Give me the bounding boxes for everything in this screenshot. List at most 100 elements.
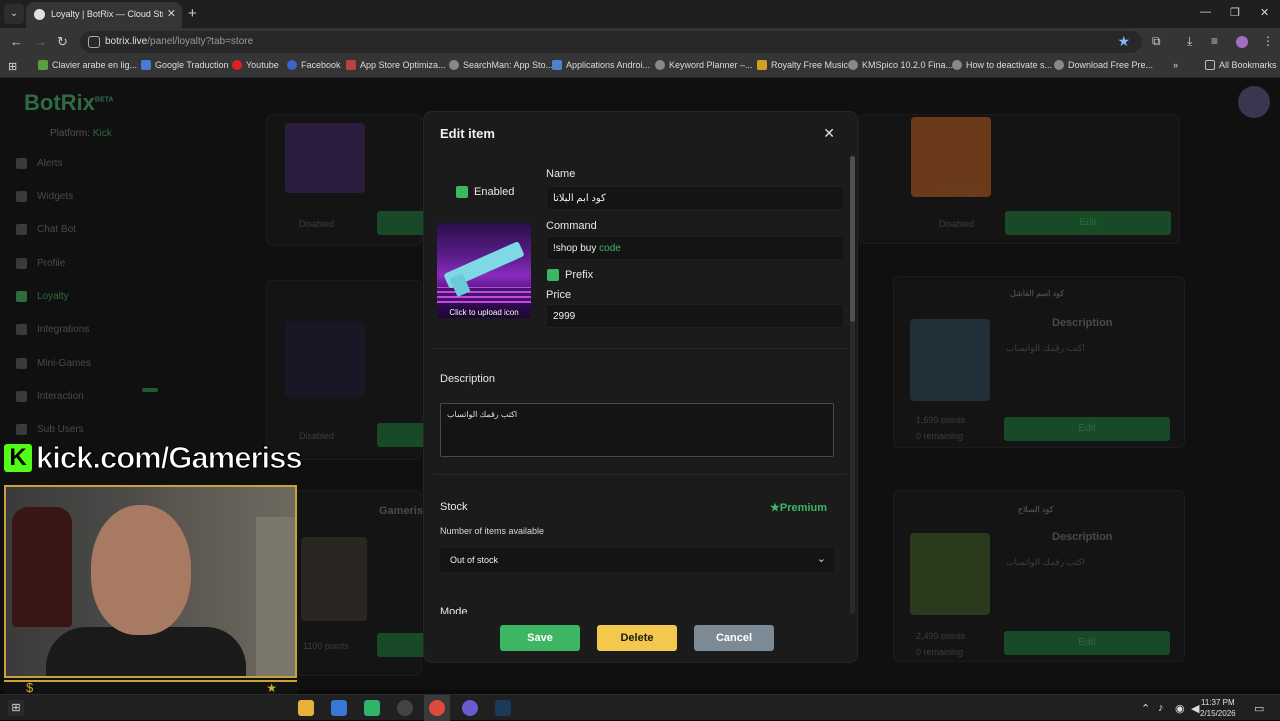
command-label: Command — [546, 220, 597, 232]
bookmark-item[interactable]: Google Traduction — [141, 60, 229, 70]
more-bookmarks-icon[interactable]: » — [1173, 60, 1178, 70]
edit-button[interactable]: Edit — [1004, 631, 1170, 655]
volume-icon[interactable]: ◀ — [1191, 702, 1199, 715]
kick-channel-banner: K kick.com/Gameriss — [4, 440, 303, 476]
botrix-logo[interactable]: BotRixBETA — [24, 90, 113, 116]
apps-grid-icon[interactable]: ⊞ — [8, 60, 17, 73]
network-icon[interactable]: ◉ — [1175, 702, 1185, 715]
bell-icon — [16, 158, 27, 169]
url-text: botrix.live/panel/loyalty?tab=store — [105, 36, 254, 47]
cancel-button[interactable]: Cancel — [694, 625, 774, 651]
mode-label: Mode — [440, 606, 468, 614]
chevron-down-icon: ⌄ — [816, 553, 826, 565]
maximize-button[interactable]: ❐ — [1230, 6, 1240, 19]
tray-chevron-icon[interactable]: ⌃ — [1141, 702, 1150, 715]
tab-search-button[interactable]: ⌄ — [4, 4, 24, 24]
forward-arrow-icon[interactable]: → — [34, 34, 47, 49]
start-icon[interactable]: ⊞ — [8, 700, 24, 716]
platform-indicator: Platform: Kick — [50, 128, 112, 139]
edit-button[interactable] — [377, 211, 425, 235]
bookmark-item[interactable]: Youtube — [232, 60, 279, 70]
sidebar-item-chat-bot[interactable]: Chat Bot — [16, 224, 76, 235]
notification-icon[interactable]: ▭ — [1254, 702, 1264, 715]
item-title: كود السلاح — [1018, 505, 1054, 514]
bookmark-item[interactable]: KMSpico 10.2.0 Fina... — [848, 60, 953, 70]
menu-dots-icon[interactable]: ⋮ — [1262, 34, 1274, 48]
bookmark-item[interactable]: App Store Optimiza... — [346, 60, 446, 70]
scrollbar-thumb[interactable] — [850, 156, 855, 322]
mic-icon[interactable]: ♪ — [1158, 702, 1164, 714]
address-bar[interactable]: botrix.live/panel/loyalty?tab=store ★ — [80, 31, 1142, 53]
delete-button[interactable]: Delete — [597, 625, 677, 651]
bookmark-item[interactable]: Keyword Planner –... — [655, 60, 753, 70]
section-divider — [434, 348, 846, 349]
premium-badge: ★Premium — [770, 502, 827, 514]
bookmark-item[interactable]: Download Free Pre... — [1054, 60, 1153, 70]
all-bookmarks-folder[interactable]: All Bookmarks — [1205, 60, 1277, 70]
bookmark-star-icon[interactable]: ★ — [1117, 33, 1130, 50]
edit-button[interactable]: Edit — [1005, 211, 1171, 235]
user-avatar[interactable] — [1238, 86, 1270, 118]
save-button[interactable]: Save — [500, 625, 580, 651]
bookmark-item[interactable]: Royalty Free Music — [757, 60, 848, 70]
store-item-card: كود السلاح Description اكتب رقمك الواتسا… — [893, 490, 1185, 662]
edit-button[interactable] — [377, 423, 425, 447]
file-explorer-icon[interactable] — [298, 700, 314, 716]
item-title: Gameriss — [379, 505, 430, 517]
app-icon[interactable] — [364, 700, 380, 716]
discord-icon[interactable] — [462, 700, 478, 716]
item-thumbnail — [910, 533, 990, 615]
remaining-label: 0 remaining — [916, 431, 964, 441]
background-door — [256, 517, 295, 676]
item-thumbnail — [285, 321, 365, 397]
download-icon[interactable]: ⤓ — [1187, 34, 1192, 49]
tab-close-icon[interactable]: ✕ — [167, 7, 176, 20]
minimize-button[interactable]: — — [1200, 6, 1211, 18]
profile-avatar[interactable] — [1236, 36, 1248, 48]
bookmark-item[interactable]: SearchMan: App Sto... — [449, 60, 553, 70]
name-input[interactable]: كود ابم البلاتا — [546, 186, 844, 210]
sidebar-item-alerts[interactable]: Alerts — [16, 158, 63, 169]
edit-button[interactable]: Edit — [1004, 417, 1170, 441]
close-window-button[interactable]: ✕ — [1260, 6, 1269, 19]
sidebar-item-profile[interactable]: Profile — [16, 258, 65, 269]
enabled-checkbox[interactable] — [456, 186, 468, 198]
bookmark-item[interactable]: Clavier arabe en lig... — [38, 60, 137, 70]
kick-logo-icon: K — [4, 444, 32, 472]
media-icon[interactable]: ≡ — [1211, 34, 1218, 48]
notepad-icon[interactable] — [331, 700, 347, 716]
bookmark-item[interactable]: Applications Androi... — [552, 60, 650, 70]
description-textarea[interactable]: اكتب رقمك الواتساب — [440, 403, 834, 457]
bookmark-item[interactable]: Facebook — [287, 60, 341, 70]
terminal-icon[interactable] — [495, 700, 511, 716]
clock[interactable]: 11:37 PM 2/15/2026 — [1200, 697, 1236, 719]
close-icon[interactable]: ✕ — [823, 125, 835, 142]
modal-scrollbar[interactable] — [850, 156, 855, 614]
points-label: 1100 points — [303, 641, 349, 651]
description-label: Description — [440, 373, 496, 385]
tab-title: Loyalty | BotRix — Cloud Stream — [51, 9, 163, 19]
prefix-checkbox[interactable] — [547, 269, 559, 281]
obs-icon[interactable] — [397, 700, 413, 716]
profile-icon — [16, 258, 27, 269]
extensions-icon[interactable]: ⧉ — [1152, 34, 1161, 49]
sidebar-item-widgets[interactable]: Widgets — [16, 191, 73, 202]
stock-select[interactable]: Out of stock ⌄ — [440, 548, 834, 572]
back-arrow-icon[interactable]: ← — [10, 34, 23, 49]
sidebar-item-loyalty[interactable]: Loyalty — [16, 291, 69, 302]
edit-button[interactable] — [377, 633, 425, 657]
sidebar-item-sub-users[interactable]: Sub Users — [16, 424, 84, 435]
bookmark-item[interactable]: How to deactivate s... — [952, 60, 1052, 70]
reload-icon[interactable]: ↻ — [57, 34, 68, 50]
command-input[interactable]: !shop buy code — [546, 236, 844, 260]
enabled-label: Enabled — [474, 186, 515, 198]
new-tab-button[interactable]: + — [188, 5, 197, 22]
site-info-icon[interactable] — [88, 36, 100, 48]
sidebar-item-interaction[interactable]: Interaction — [16, 391, 84, 402]
sidebar-item-mini-games[interactable]: Mini-Games — [16, 358, 91, 369]
sidebar-item-integrations[interactable]: Integrations — [16, 324, 89, 335]
item-icon-upload[interactable]: Click to upload icon — [437, 223, 531, 318]
chrome-icon[interactable] — [429, 700, 445, 716]
browser-tab-loyalty[interactable]: Loyalty | BotRix — Cloud Stream ✕ — [26, 2, 182, 28]
price-input[interactable]: 2999 — [546, 304, 844, 328]
